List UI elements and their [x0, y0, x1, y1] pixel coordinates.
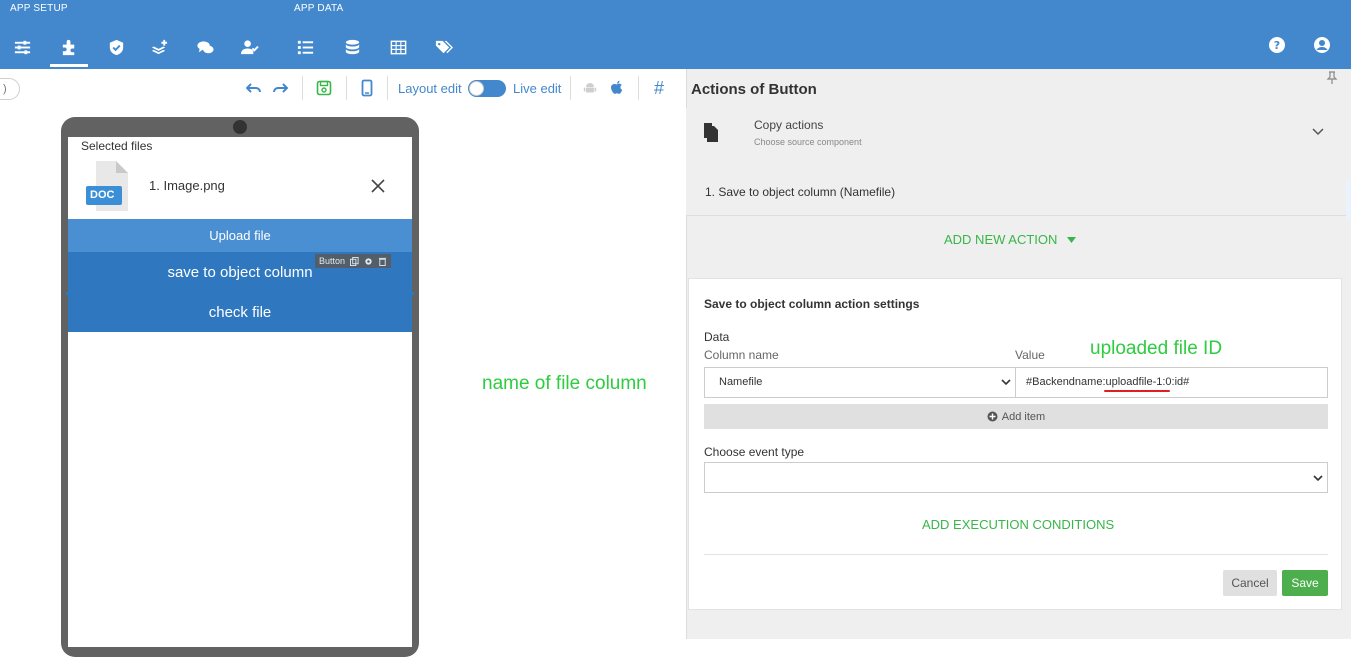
toolbar-separator [570, 76, 571, 100]
chevron-down-icon [1001, 379, 1011, 386]
file-name: 1. Image.png [149, 178, 225, 193]
doc-label: DOC [90, 189, 115, 201]
mobile-device-icon[interactable] [361, 79, 373, 97]
chevron-down-icon [1313, 475, 1323, 482]
add-item-label: Add item [1001, 410, 1046, 423]
live-edit-label[interactable]: Live edit [513, 79, 561, 97]
add-new-action-label: ADD NEW ACTION [944, 232, 1058, 247]
data-label: Data [704, 330, 730, 344]
pin-icon[interactable] [1326, 71, 1338, 85]
gear-icon[interactable] [364, 257, 373, 266]
annotation-name-of-file-column: name of file column [482, 373, 647, 394]
panel-title: Actions of Button [691, 81, 817, 98]
scroll-indicator [1346, 180, 1351, 220]
annotation-underline [1104, 390, 1170, 392]
divider [686, 215, 1351, 216]
redo-icon[interactable] [272, 82, 288, 94]
toolbar-separator [638, 76, 639, 100]
upload-file-button[interactable]: Upload file [68, 219, 412, 252]
close-icon[interactable] [370, 178, 386, 194]
sliders-icon[interactable] [9, 34, 35, 60]
database-icon[interactable] [339, 34, 365, 60]
component-type-label: Button [319, 256, 346, 266]
copy-actions-subtitle: Choose source component [754, 137, 862, 147]
list-icon[interactable] [292, 34, 318, 60]
chat-icon[interactable] [192, 34, 218, 60]
cancel-button[interactable]: Cancel [1223, 570, 1277, 596]
caret-down-icon [1067, 236, 1077, 243]
component-tools: Button [315, 254, 392, 268]
shield-icon[interactable] [103, 34, 129, 60]
add-execution-conditions-button[interactable]: ADD EXECUTION CONDITIONS [922, 517, 1114, 532]
doc-file-icon: DOC [86, 160, 130, 212]
hash-button[interactable]: # [654, 78, 664, 98]
tags-icon[interactable] [430, 34, 456, 60]
event-type-select[interactable] [704, 462, 1328, 493]
chevron-down-icon[interactable] [1311, 127, 1325, 137]
check-file-button[interactable]: check file [68, 292, 412, 332]
action-settings-card [688, 278, 1342, 610]
user-circle-icon[interactable] [1313, 36, 1331, 54]
divider [704, 554, 1328, 555]
annotation-uploaded-file-id: uploaded file ID [1090, 338, 1223, 359]
app-setup-label: APP SETUP [10, 3, 68, 14]
copy-pages-icon [704, 123, 718, 142]
value-label: Value [1015, 348, 1045, 362]
save-layout-icon[interactable] [316, 80, 332, 96]
column-name-select[interactable]: Namefile [704, 367, 1016, 398]
trash-icon[interactable] [378, 257, 387, 266]
user-check-icon[interactable] [236, 34, 262, 60]
toolbar-separator [302, 76, 303, 100]
column-name-label: Column name [704, 348, 779, 362]
add-item-button[interactable]: Add item [704, 404, 1328, 429]
puzzle-icon[interactable] [56, 34, 82, 60]
action-list-item[interactable]: 1. Save to object column (Namefile) [705, 185, 895, 199]
app-data-label: APP DATA [294, 3, 344, 14]
undo-icon[interactable] [246, 82, 262, 94]
table-icon[interactable] [385, 34, 411, 60]
save-button[interactable]: Save [1282, 570, 1328, 596]
value-input[interactable]: #Backendname:uploadfile-1:0:id# [1015, 367, 1328, 398]
event-type-label: Choose event type [704, 445, 805, 459]
plus-circle-icon [987, 411, 998, 422]
active-tab-indicator [50, 64, 88, 67]
phone-camera [233, 120, 247, 134]
add-new-action-button[interactable]: ADD NEW ACTION [944, 232, 1077, 247]
apple-icon[interactable] [610, 80, 624, 96]
svg-text:?: ? [1274, 39, 1280, 52]
save-to-object-column-label: save to object column [167, 263, 313, 281]
layers-plus-icon[interactable] [146, 34, 172, 60]
settings-title: Save to object column action settings [704, 297, 920, 311]
toggle-knob [469, 81, 484, 96]
selected-files-label: Selected files [81, 139, 153, 153]
toolbar-separator [387, 76, 388, 100]
phone-screen [68, 137, 412, 647]
help-circle-icon[interactable]: ? [1268, 36, 1286, 54]
toolbar-separator [346, 76, 347, 100]
android-icon[interactable] [583, 81, 597, 95]
copy-icon[interactable] [350, 256, 359, 266]
layout-edit-label[interactable]: Layout edit [398, 79, 462, 97]
copy-actions-title: Copy actions [754, 118, 824, 132]
